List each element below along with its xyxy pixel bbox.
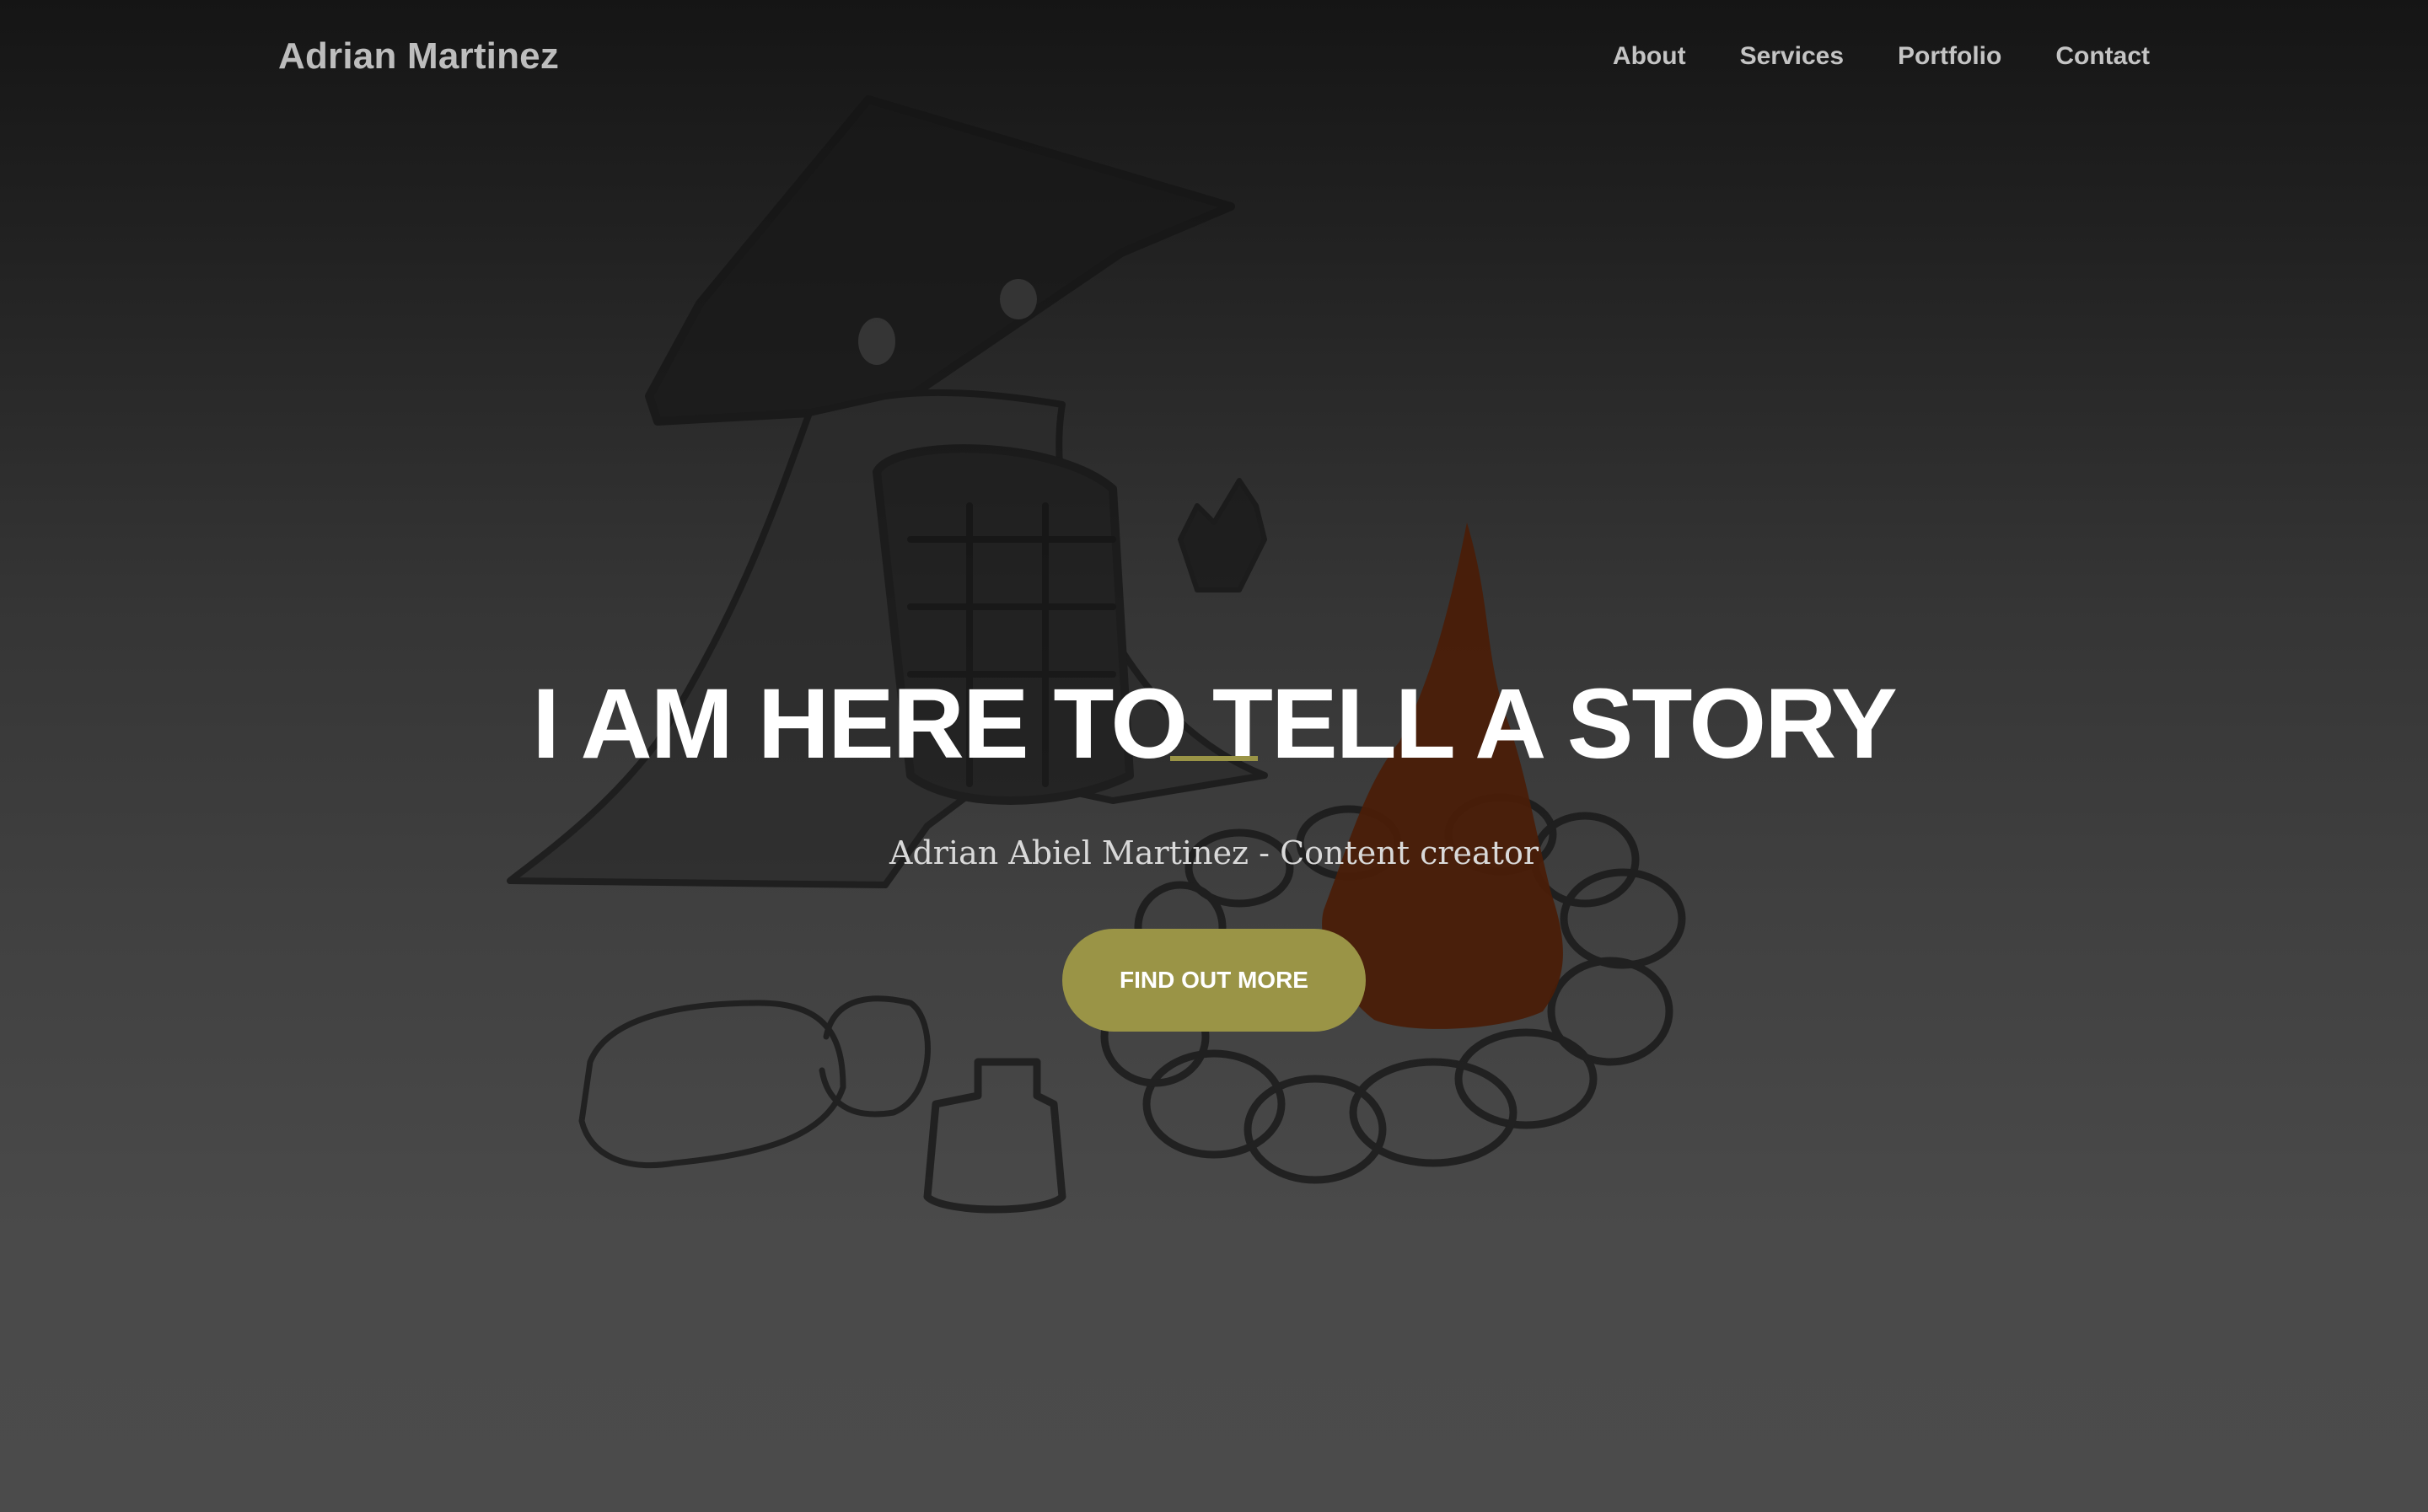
hero-section: Adrian Martinez About Services Portfolio… bbox=[0, 0, 2428, 1512]
eye-right bbox=[1000, 279, 1037, 319]
nav-link-services[interactable]: Services bbox=[1740, 42, 1844, 71]
nav-link-about[interactable]: About bbox=[1613, 42, 1686, 71]
hat-shape bbox=[645, 95, 1235, 426]
top-navbar: Adrian Martinez About Services Portfolio… bbox=[0, 0, 2428, 118]
find-out-more-button[interactable]: FIND OUT MORE bbox=[1062, 929, 1366, 1032]
eye-left bbox=[858, 318, 895, 365]
hero-subtitle: Adrian Abiel Martinez - Content creator bbox=[889, 834, 1539, 871]
nav-links: About Services Portfolio Contact bbox=[1613, 42, 2150, 71]
rock-shape bbox=[578, 1000, 846, 1169]
bottle-shape bbox=[923, 1058, 1066, 1214]
nav-link-contact[interactable]: Contact bbox=[2055, 42, 2150, 71]
hand-shape bbox=[1178, 478, 1267, 592]
brand-logo-link[interactable]: Adrian Martinez bbox=[278, 35, 559, 78]
hero-headline: I AM HERE TO TELL A STORY bbox=[532, 668, 1897, 780]
headline-divider bbox=[1170, 756, 1258, 761]
nav-link-portfolio[interactable]: Portfolio bbox=[1898, 42, 2001, 71]
